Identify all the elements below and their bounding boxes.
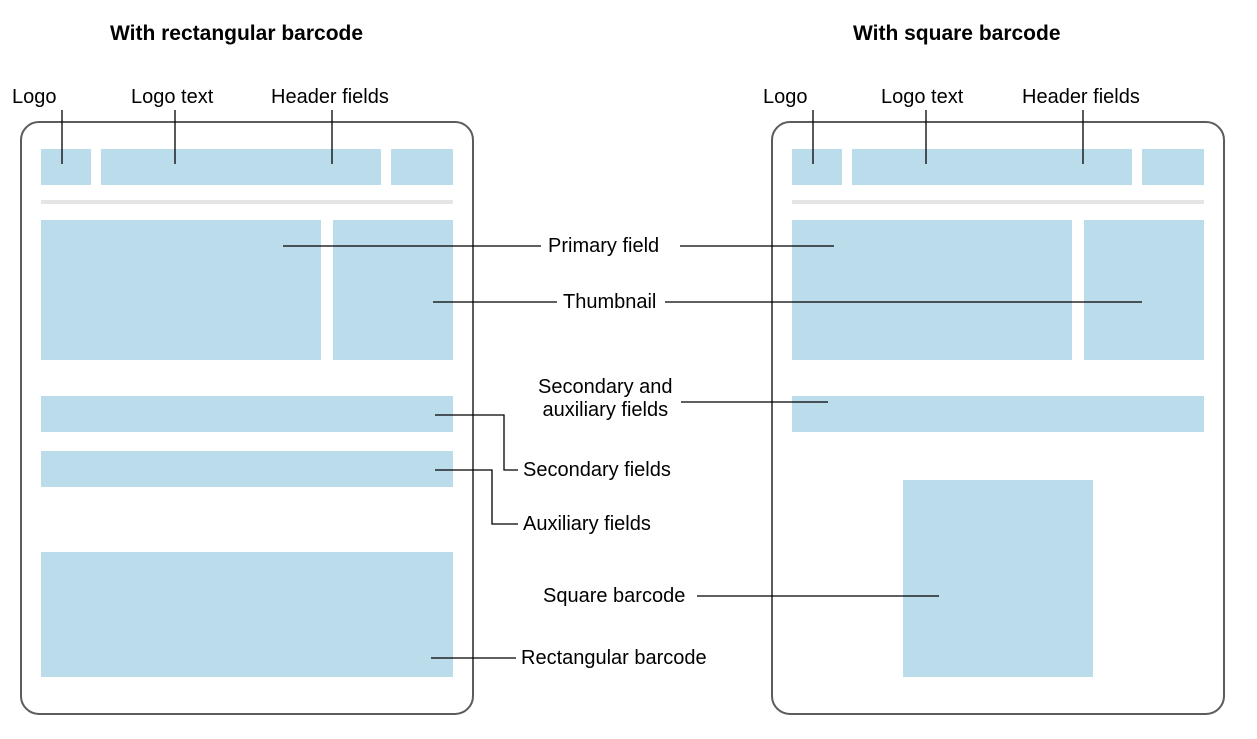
callout-primary-field: Primary field [548,235,659,258]
label-logotext-right: Logo text [881,86,963,109]
left-logotext-block [101,149,381,185]
right-thumbnail-block [1084,220,1204,360]
left-auxiliary-fields-block [41,451,453,487]
callout-thumbnail: Thumbnail [563,291,656,314]
right-primary-field-block [792,220,1072,360]
label-logotext-left: Logo text [131,86,213,109]
left-headerfields-block [391,149,453,185]
label-logo-left: Logo [12,86,57,109]
callout-secondary-fields: Secondary fields [523,459,671,482]
left-thumbnail-block [333,220,453,360]
right-headerfields-block [1142,149,1204,185]
right-square-barcode-block [903,480,1093,677]
left-rect-barcode-block [41,552,453,677]
left-secondary-fields-block [41,396,453,432]
label-headerfields-left: Header fields [271,86,389,109]
callout-secondary-aux: Secondary and auxiliary fields [538,376,673,422]
label-headerfields-right: Header fields [1022,86,1140,109]
right-secondary-aux-block [792,396,1204,432]
right-logotext-block [852,149,1132,185]
diagram-canvas [0,0,1257,739]
callout-auxiliary-fields: Auxiliary fields [523,513,651,536]
left-primary-field-block [41,220,321,360]
right-divider [792,200,1204,204]
right-title: With square barcode [853,22,1061,46]
left-logo-block [41,149,91,185]
label-logo-right: Logo [763,86,808,109]
callout-square-barcode: Square barcode [543,585,685,608]
left-title: With rectangular barcode [110,22,363,46]
right-logo-block [792,149,842,185]
left-divider [41,200,453,204]
callout-rect-barcode: Rectangular barcode [521,647,707,670]
